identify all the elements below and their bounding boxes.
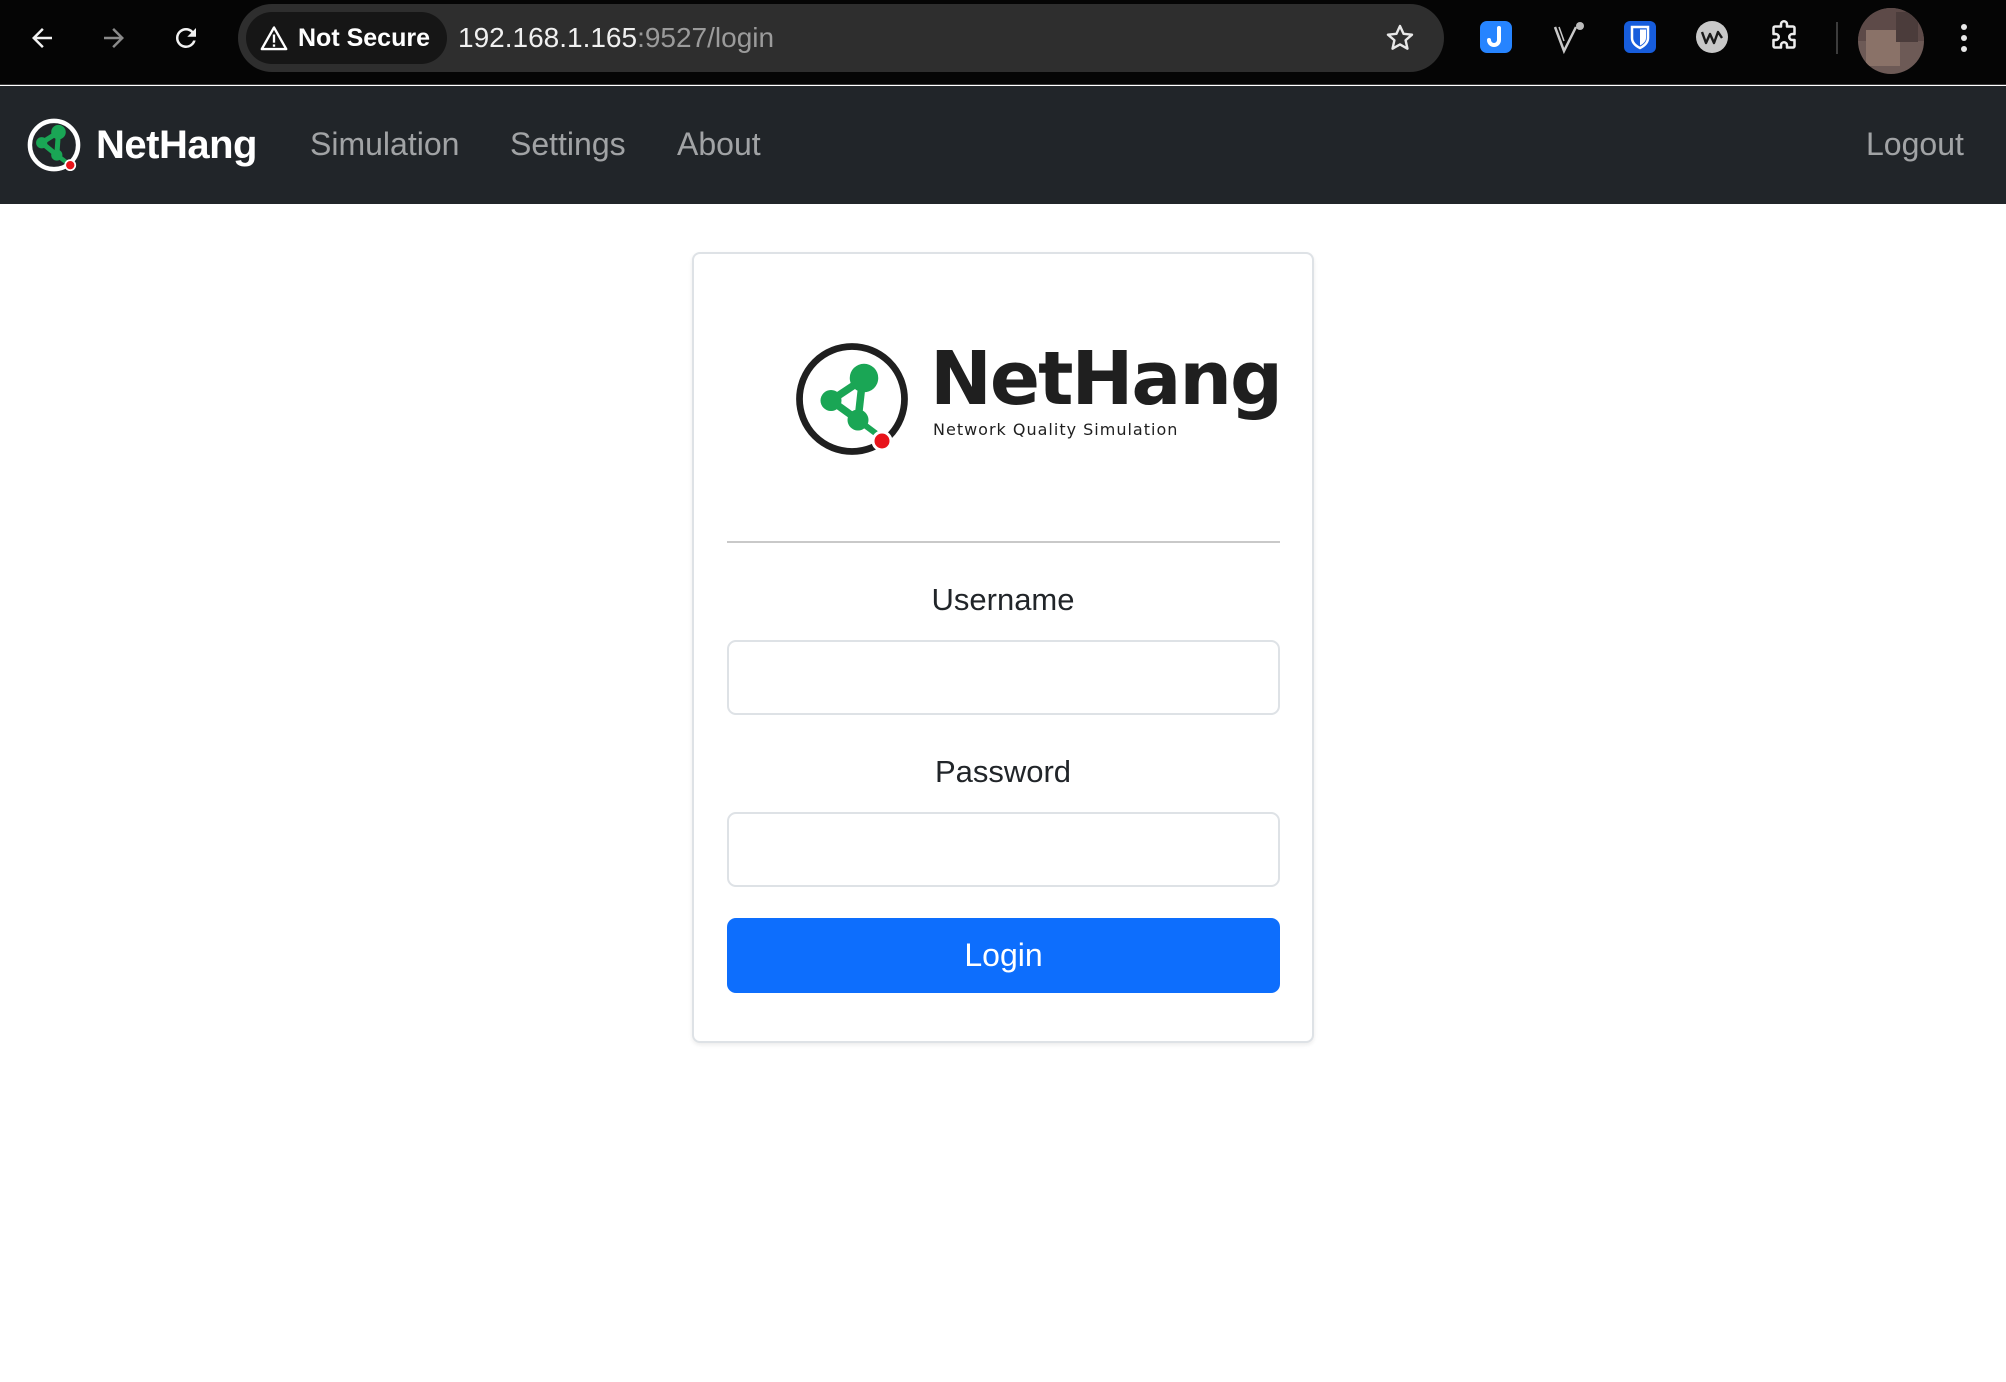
nav-link-logout[interactable]: Logout [1866, 126, 1964, 163]
back-arrow-icon[interactable] [20, 16, 64, 60]
toolbar-divider [1836, 22, 1838, 54]
nethang-logo: NetHang Network Quality Simulation [777, 324, 1283, 474]
jira-extension-icon[interactable] [1477, 18, 1515, 56]
profile-avatar[interactable] [1858, 8, 1924, 74]
username-input[interactable] [727, 640, 1280, 715]
nethang-logo-mark-icon [796, 343, 908, 455]
browser-toolbar: Not Secure 192.168.1.165:9527/login [0, 0, 2006, 85]
url-path: :9527/login [637, 22, 775, 53]
reload-icon[interactable] [164, 16, 208, 60]
nav-link-about[interactable]: About [677, 126, 761, 163]
address-bar[interactable]: Not Secure 192.168.1.165:9527/login [238, 4, 1444, 72]
login-card: NetHang Network Quality Simulation Usern… [692, 252, 1314, 1043]
security-label: Not Secure [298, 23, 430, 52]
password-input[interactable] [727, 812, 1280, 887]
username-label: Username [931, 582, 1075, 617]
app-navbar: NetHang Simulation Settings About Logout [0, 86, 2006, 204]
logo-title: NetHang [930, 336, 1283, 422]
security-chip[interactable]: Not Secure [246, 12, 447, 64]
bitwarden-extension-icon[interactable] [1621, 18, 1659, 56]
password-label: Password [934, 754, 1072, 789]
nethang-logo-icon [27, 118, 81, 172]
nav-link-settings[interactable]: Settings [510, 126, 626, 163]
puzzle-extensions-icon[interactable] [1765, 18, 1803, 56]
vimium-extension-icon[interactable] [1549, 18, 1587, 56]
star-icon[interactable] [1380, 18, 1420, 58]
login-button[interactable]: Login [727, 918, 1280, 993]
url-host: 192.168.1.165 [458, 22, 638, 53]
forward-arrow-icon[interactable] [92, 16, 136, 60]
nav-link-simulation[interactable]: Simulation [310, 126, 459, 163]
logo-subtitle: Network Quality Simulation [933, 420, 1179, 439]
wavebox-extension-icon[interactable] [1693, 18, 1731, 56]
url-text[interactable]: 192.168.1.165:9527/login [458, 4, 774, 72]
brand-name: NetHang [96, 122, 257, 167]
warning-icon [260, 26, 288, 51]
brand-link[interactable]: NetHang [26, 116, 257, 174]
card-divider [727, 541, 1280, 543]
kebab-menu-icon[interactable] [1944, 18, 1984, 58]
